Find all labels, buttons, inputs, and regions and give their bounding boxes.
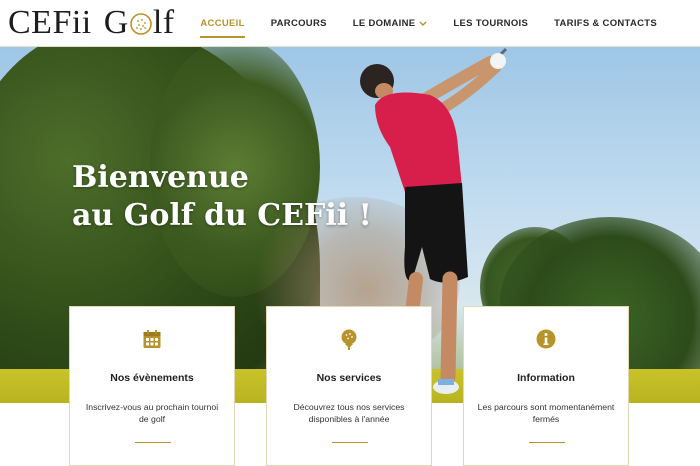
card-divider — [332, 442, 368, 443]
card-information[interactable]: Information Les parcours sont momentaném… — [463, 306, 629, 466]
main-nav: ACCUEIL PARCOURS LE DOMAINE LES TOURNOIS… — [187, 0, 670, 47]
nav-item-parcours[interactable]: PARCOURS — [258, 0, 340, 47]
card-services-title: Nos services — [316, 372, 382, 384]
site-header: CEFii G lf ACCUEIL PARCOURS LE DOMAINE L… — [0, 0, 700, 47]
nav-item-tarifs-contacts[interactable]: TARIFS & CONTACTS — [541, 0, 670, 47]
card-divider — [135, 442, 171, 443]
info-icon — [536, 329, 556, 349]
golf-ball-tee-icon — [341, 329, 357, 350]
nav-item-le-domaine[interactable]: LE DOMAINE — [340, 0, 441, 47]
hero-banner: Bienvenue au Golf du CEFii ! Nos évèneme… — [0, 47, 700, 466]
card-divider — [529, 442, 565, 443]
card-services-desc: Découvrez tous nos services disponibles … — [293, 402, 405, 424]
calendar-icon — [143, 330, 161, 348]
card-events-title: Nos évènements — [110, 372, 194, 384]
golf-ball-icon — [130, 13, 152, 35]
nav-item-accueil[interactable]: ACCUEIL — [187, 0, 257, 47]
hero-headline-line2: au Golf du CEFii ! — [72, 198, 372, 233]
chevron-down-icon — [419, 21, 427, 26]
hero-headline: Bienvenue au Golf du CEFii ! — [72, 159, 372, 235]
card-services[interactable]: Nos services Découvrez tous nos services… — [266, 306, 432, 466]
card-events-desc: Inscrivez-vous au prochain tournoi de go… — [85, 402, 219, 424]
logo-text-golf: G lf — [103, 4, 175, 41]
logo-text-cefii: CEFii — [8, 4, 92, 41]
hero-headline-line1: Bienvenue — [72, 160, 249, 195]
card-information-title: Information — [517, 372, 575, 384]
card-events[interactable]: Nos évènements Inscrivez-vous au prochai… — [69, 306, 235, 466]
card-information-desc: Les parcours sont momentanément fermés — [477, 402, 615, 424]
nav-item-les-tournois[interactable]: LES TOURNOIS — [440, 0, 541, 47]
site-logo[interactable]: CEFii G lf — [8, 4, 175, 42]
